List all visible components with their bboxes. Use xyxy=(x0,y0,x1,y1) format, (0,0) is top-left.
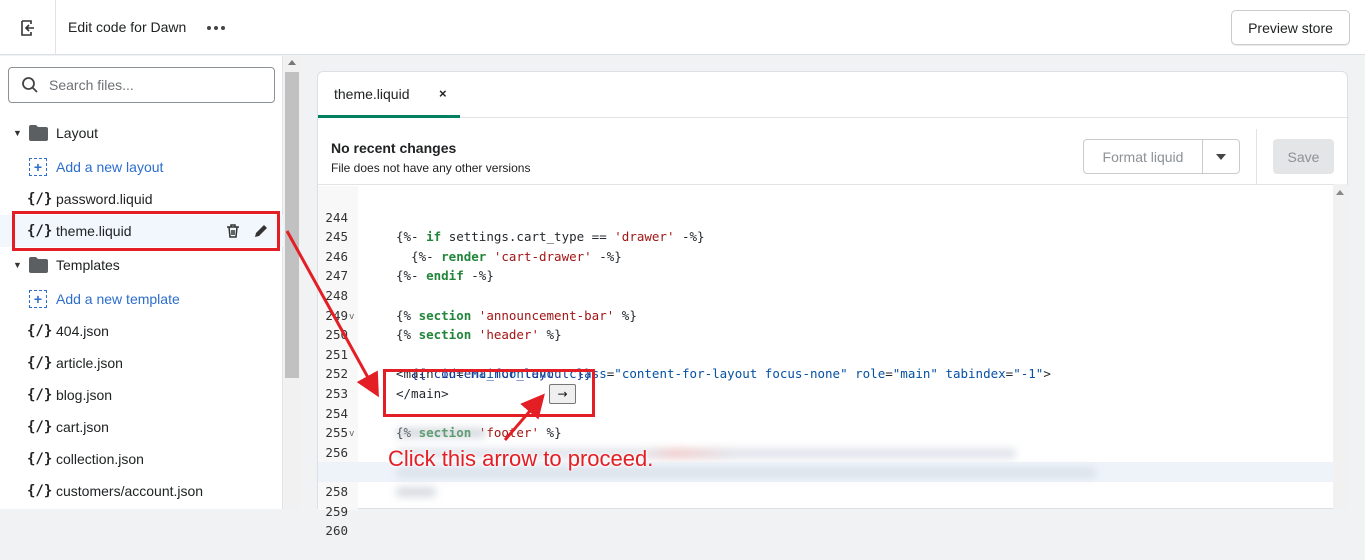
code-line[interactable]: 247 xyxy=(318,247,1333,283)
folder-icon xyxy=(29,257,48,273)
file-sidebar: ▼ Layout + Add a new layout {/} password… xyxy=(0,56,283,509)
search-input[interactable] xyxy=(49,77,249,93)
folder-label: Templates xyxy=(56,257,120,273)
scrollbar-thumb[interactable] xyxy=(285,72,299,378)
editor-tabbar: theme.liquid × xyxy=(318,72,1349,118)
tab-label: theme.liquid xyxy=(334,85,410,102)
file-label: collection.json xyxy=(56,451,144,467)
top-bar: Edit code for Dawn Preview store xyxy=(0,0,1365,55)
code-line[interactable]: 249 {% section 'header' %} xyxy=(318,286,1333,343)
code-line[interactable]: 244 {%- if settings.cart_type == 'drawer… xyxy=(318,188,1333,245)
code-line[interactable]: 260 xyxy=(318,502,1333,538)
file-item-blog[interactable]: {/} blog.json xyxy=(0,379,283,411)
code-file-icon: {/} xyxy=(27,191,53,207)
blurred-code xyxy=(396,487,436,497)
code-file-icon: {/} xyxy=(27,323,53,339)
highlight-box-theme-file xyxy=(12,211,280,251)
code-file-icon: {/} xyxy=(27,483,53,499)
code-line[interactable]: 252 </main> xyxy=(318,345,1333,401)
page-title: Edit code for Dawn xyxy=(68,19,187,35)
file-item-customers-account[interactable]: {/} customers/account.json xyxy=(0,475,283,507)
scroll-up-icon[interactable] xyxy=(1336,190,1344,195)
file-item-cart[interactable]: {/} cart.json xyxy=(0,411,283,443)
add-template-label[interactable]: Add a new template xyxy=(56,291,180,307)
add-file-icon: + xyxy=(29,290,47,308)
code-file-icon: {/} xyxy=(27,419,53,435)
more-horizontal-icon[interactable] xyxy=(204,18,228,38)
chevron-down-icon[interactable] xyxy=(1203,140,1239,173)
code-line[interactable]: 256 v xyxy=(318,423,1333,460)
annotation-text: Click this arrow to proceed. xyxy=(388,446,654,471)
file-label: cart.json xyxy=(56,419,109,435)
topbar-divider xyxy=(55,0,56,55)
folder-templates[interactable]: ▼ Templates xyxy=(0,249,283,281)
file-label: 404.json xyxy=(56,323,109,339)
preview-store-button[interactable]: Preview store xyxy=(1231,10,1350,45)
exit-icon[interactable] xyxy=(16,16,40,40)
close-icon[interactable]: × xyxy=(439,86,447,101)
code-file-icon: {/} xyxy=(27,387,53,403)
scroll-up-icon[interactable] xyxy=(288,60,296,65)
version-info-bar: No recent changes File does not have any… xyxy=(318,129,1349,185)
code-line[interactable]: 251 {{ content_for_layout }} xyxy=(318,325,1333,382)
add-layout-label[interactable]: Add a new layout xyxy=(56,159,163,175)
code-line[interactable]: 245 {%- render 'cart-drawer' -%} xyxy=(318,208,1333,264)
folder-label: Layout xyxy=(56,125,99,141)
add-template-link[interactable]: + Add a new template xyxy=(0,283,283,315)
line-number: 260 xyxy=(325,523,348,539)
version-subtitle: File does not have any other versions xyxy=(331,161,531,175)
folder-icon xyxy=(29,125,48,141)
toolbar-divider xyxy=(1256,129,1257,185)
sidebar-scrollbar[interactable] xyxy=(284,56,300,509)
version-title: No recent changes xyxy=(331,140,457,156)
search-icon xyxy=(21,76,41,94)
code-line[interactable]: 259 xyxy=(318,482,1333,519)
editor-scrollbar[interactable] xyxy=(1333,184,1348,509)
code-line[interactable]: 250 v <main id="MainContent" class="cont… xyxy=(318,306,1333,382)
file-item-404[interactable]: {/} 404.json xyxy=(0,315,283,347)
code-line[interactable]: 246 {%- endif -%} xyxy=(318,227,1333,284)
format-liquid-button-group: Format liquid xyxy=(1083,139,1240,174)
file-item-collection[interactable]: {/} collection.json xyxy=(0,443,283,475)
highlight-box-footer-line xyxy=(383,369,595,417)
code-file-icon: {/} xyxy=(27,451,53,467)
format-liquid-button[interactable]: Format liquid xyxy=(1084,140,1203,173)
file-label: article.json xyxy=(56,355,123,371)
code-file-icon: {/} xyxy=(27,355,53,371)
blurred-code xyxy=(396,428,486,439)
file-item-article[interactable]: {/} article.json xyxy=(0,347,283,379)
file-label: customers/account.json xyxy=(56,483,204,499)
file-label: blog.json xyxy=(56,387,113,403)
folder-layout[interactable]: ▼ Layout xyxy=(0,117,283,149)
tab-theme-liquid[interactable]: theme.liquid × xyxy=(318,72,460,118)
search-field[interactable] xyxy=(8,67,275,103)
add-file-icon: + xyxy=(29,158,47,176)
code-line[interactable]: 248 {% section 'announcement-bar' %} xyxy=(318,266,1333,323)
caret-down-icon[interactable]: ▼ xyxy=(13,128,23,138)
save-button[interactable]: Save xyxy=(1273,139,1334,174)
file-label: password.liquid xyxy=(56,191,153,207)
editor-panel: theme.liquid × No recent changes File do… xyxy=(317,71,1349,538)
add-layout-link[interactable]: + Add a new layout xyxy=(0,151,283,183)
caret-down-icon[interactable]: ▼ xyxy=(13,260,23,270)
